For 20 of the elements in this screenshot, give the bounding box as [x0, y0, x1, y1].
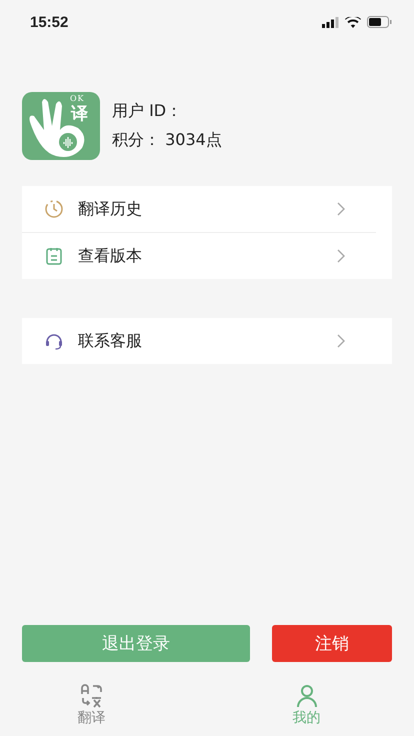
menu-item[interactable]: 查看版本: [22, 233, 376, 279]
user-id-label: 用户 ID：: [112, 101, 184, 122]
status-time: 15:52: [30, 14, 68, 30]
signal-icon: [322, 16, 339, 28]
document-icon: [44, 246, 64, 266]
translate-icon: [78, 683, 104, 709]
delete-account-button[interactable]: 注销: [272, 625, 392, 662]
menu-item[interactable]: 联系客服: [22, 318, 376, 364]
battery-icon: [367, 16, 392, 28]
chevron-right-icon: [337, 334, 346, 348]
logout-button[interactable]: 退出登录: [22, 625, 250, 662]
menu-item[interactable]: 翻译历史: [22, 186, 376, 233]
wifi-icon: [345, 16, 361, 28]
points-text: 积分： 3034点: [112, 130, 222, 151]
chevron-right-icon: [337, 249, 346, 263]
tab[interactable]: 我的: [199, 674, 414, 736]
app-logo: OK 译: [22, 92, 100, 160]
clock-icon: [44, 199, 64, 219]
tab[interactable]: 翻译: [0, 674, 199, 736]
chevron-right-icon: [337, 202, 346, 216]
